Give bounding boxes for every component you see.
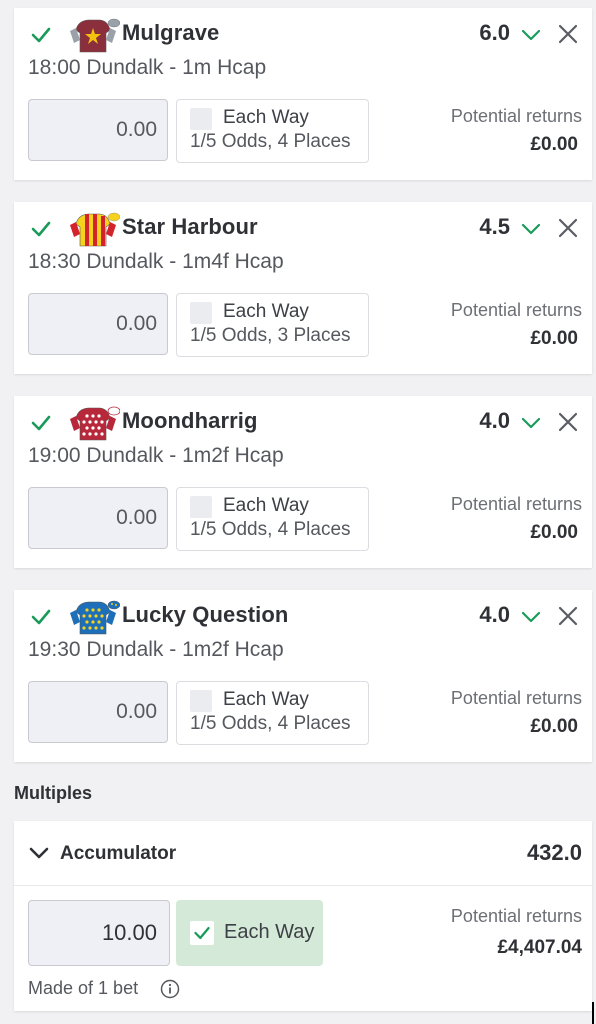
each-way-checkbox[interactable] [190, 921, 214, 945]
each-way-toggle[interactable]: Each Way [176, 900, 323, 966]
accumulator-title[interactable]: Accumulator [60, 843, 176, 865]
chevron-down-icon[interactable] [520, 412, 542, 434]
race-info: 19:30 Dundalk - 1m2f Hcap [28, 638, 284, 661]
jockey-silk-icon [70, 18, 120, 53]
each-way-terms: 1/5 Odds, 3 Places [190, 325, 351, 346]
selection-checkbox[interactable] [28, 604, 54, 630]
each-way-label: Each Way [223, 107, 309, 128]
close-icon[interactable] [556, 22, 580, 46]
close-icon[interactable] [556, 410, 580, 434]
horse-name: Moondharrig [122, 408, 258, 433]
each-way-toggle[interactable]: Each Way 1/5 Odds, 3 Places [176, 293, 369, 357]
odds-value[interactable]: 6.0 [479, 20, 510, 46]
potential-returns-label: Potential returns [450, 688, 582, 708]
stake-input[interactable]: 0.00 [28, 99, 168, 161]
each-way-checkbox[interactable] [190, 302, 212, 324]
accumulator-stake-input[interactable]: 10.00 [28, 900, 170, 966]
each-way-checkbox[interactable] [190, 690, 212, 712]
stake-input[interactable]: 0.00 [28, 293, 168, 355]
chevron-down-icon[interactable] [28, 842, 50, 864]
check-icon [31, 415, 51, 431]
selection-card: Moondharrig 4.0 19:00 Dundalk - 1m2f Hca… [14, 396, 592, 568]
close-icon[interactable] [556, 604, 580, 628]
each-way-label: Each Way [223, 689, 309, 710]
selection-checkbox[interactable] [28, 22, 54, 48]
chevron-down-icon[interactable] [520, 218, 542, 240]
chevron-down-icon[interactable] [520, 606, 542, 628]
potential-returns-value: £0.00 [530, 134, 578, 155]
odds-value[interactable]: 4.5 [479, 214, 510, 240]
each-way-checkbox[interactable] [190, 496, 212, 518]
info-icon[interactable] [160, 979, 180, 999]
selection-card: Lucky Question 4.0 19:30 Dundalk - 1m2f … [14, 590, 592, 762]
odds-value[interactable]: 4.0 [479, 408, 510, 434]
divider [14, 885, 592, 886]
each-way-checkbox[interactable] [190, 108, 212, 130]
each-way-toggle[interactable]: Each Way 1/5 Odds, 4 Places [176, 681, 369, 745]
horse-name: Star Harbour [122, 214, 258, 239]
potential-returns-label: Potential returns [450, 106, 582, 126]
each-way-label: Each Way [223, 301, 309, 322]
check-icon [31, 221, 51, 237]
race-info: 19:00 Dundalk - 1m2f Hcap [28, 444, 284, 467]
selection-checkbox[interactable] [28, 216, 54, 242]
horse-name: Mulgrave [122, 20, 220, 45]
potential-returns-label: Potential returns [450, 300, 582, 320]
each-way-toggle[interactable]: Each Way 1/5 Odds, 4 Places [176, 487, 369, 551]
selection-checkbox[interactable] [28, 410, 54, 436]
selection-card: Mulgrave 6.0 18:00 Dundalk - 1m Hcap 0.0… [14, 8, 592, 180]
jockey-silk-icon [70, 600, 120, 635]
potential-returns-value: £0.00 [530, 328, 578, 349]
potential-returns-label: Potential returns [450, 494, 582, 514]
potential-returns-value: £0.00 [530, 522, 578, 543]
odds-value[interactable]: 4.0 [479, 602, 510, 628]
race-info: 18:00 Dundalk - 1m Hcap [28, 56, 267, 79]
accumulator-card: Accumulator 432.0 10.00 Each Way Potenti… [14, 821, 592, 1011]
each-way-terms: 1/5 Odds, 4 Places [190, 131, 351, 152]
accumulator-odds: 432.0 [526, 840, 582, 865]
race-info: 18:30 Dundalk - 1m4f Hcap [28, 250, 284, 273]
stake-input[interactable]: 0.00 [28, 487, 168, 549]
horse-name: Lucky Question [122, 602, 289, 627]
jockey-silk-icon [70, 212, 120, 247]
jockey-silk-icon [70, 406, 120, 441]
each-way-terms: 1/5 Odds, 4 Places [190, 519, 351, 540]
each-way-toggle[interactable]: Each Way 1/5 Odds, 4 Places [176, 99, 369, 163]
potential-returns-value: £0.00 [530, 716, 578, 737]
made-of-bets-text: Made of 1 bet [28, 978, 139, 998]
check-icon [31, 609, 51, 625]
text-cursor [592, 1002, 594, 1024]
check-icon [31, 27, 51, 43]
potential-returns-value: £4,407.04 [497, 937, 582, 958]
potential-returns-label: Potential returns [450, 906, 582, 926]
stake-input[interactable]: 0.00 [28, 681, 168, 743]
each-way-label: Each Way [223, 495, 309, 516]
check-icon [194, 926, 210, 940]
each-way-label: Each Way [224, 921, 315, 943]
close-icon[interactable] [556, 216, 580, 240]
multiples-heading: Multiples [14, 783, 93, 803]
selection-card: Star Harbour 4.5 18:30 Dundalk - 1m4f Hc… [14, 202, 592, 374]
chevron-down-icon[interactable] [520, 24, 542, 46]
each-way-terms: 1/5 Odds, 4 Places [190, 713, 351, 734]
